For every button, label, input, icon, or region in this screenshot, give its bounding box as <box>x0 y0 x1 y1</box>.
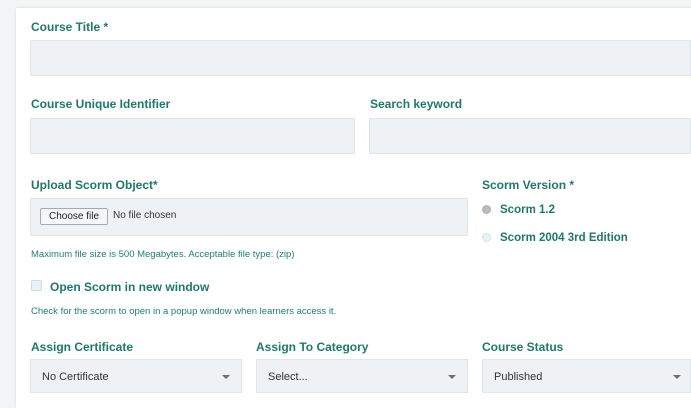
scorm-1-2-label[interactable]: Scorm 1.2 <box>500 204 555 216</box>
scorm-2004-radio[interactable] <box>482 233 491 242</box>
chevron-down-icon <box>448 375 456 379</box>
choose-file-button[interactable]: Choose file <box>40 208 108 225</box>
open-new-window-label[interactable]: Open Scorm in new window <box>50 280 209 294</box>
no-file-chosen-text: No file chosen <box>113 210 177 221</box>
chevron-down-icon <box>222 375 230 379</box>
assign-certificate-label: Assign Certificate <box>31 340 134 354</box>
course-status-value: Published <box>494 371 543 383</box>
open-new-window-checkbox[interactable] <box>31 280 42 291</box>
chevron-down-icon <box>673 375 681 379</box>
search-keyword-label: Search keyword <box>370 97 463 111</box>
upload-scorm-label: Upload Scorm Object* <box>31 178 158 192</box>
course-status-label: Course Status <box>482 340 564 354</box>
course-status-select[interactable]: Published <box>482 359 691 393</box>
scorm-2004-label[interactable]: Scorm 2004 3rd Edition <box>500 232 628 244</box>
assign-category-value: Select... <box>268 371 308 383</box>
assign-certificate-value: No Certificate <box>42 371 109 383</box>
search-keyword-input[interactable] <box>369 118 691 154</box>
course-title-input[interactable] <box>30 40 691 76</box>
course-title-label: Course Title * <box>31 20 109 34</box>
assign-category-select[interactable]: Select... <box>256 359 468 393</box>
assign-certificate-select[interactable]: No Certificate <box>30 359 242 393</box>
scorm-version-label: Scorm Version * <box>482 178 575 192</box>
open-new-window-help-text: Check for the scorm to open in a popup w… <box>31 306 337 317</box>
upload-help-text: Maximum file size is 500 Megabytes. Acce… <box>31 249 295 260</box>
scorm-1-2-radio[interactable] <box>482 205 491 214</box>
assign-category-label: Assign To Category <box>256 340 369 354</box>
course-unique-identifier-label: Course Unique Identifier <box>31 97 171 111</box>
course-unique-identifier-input[interactable] <box>30 118 355 154</box>
